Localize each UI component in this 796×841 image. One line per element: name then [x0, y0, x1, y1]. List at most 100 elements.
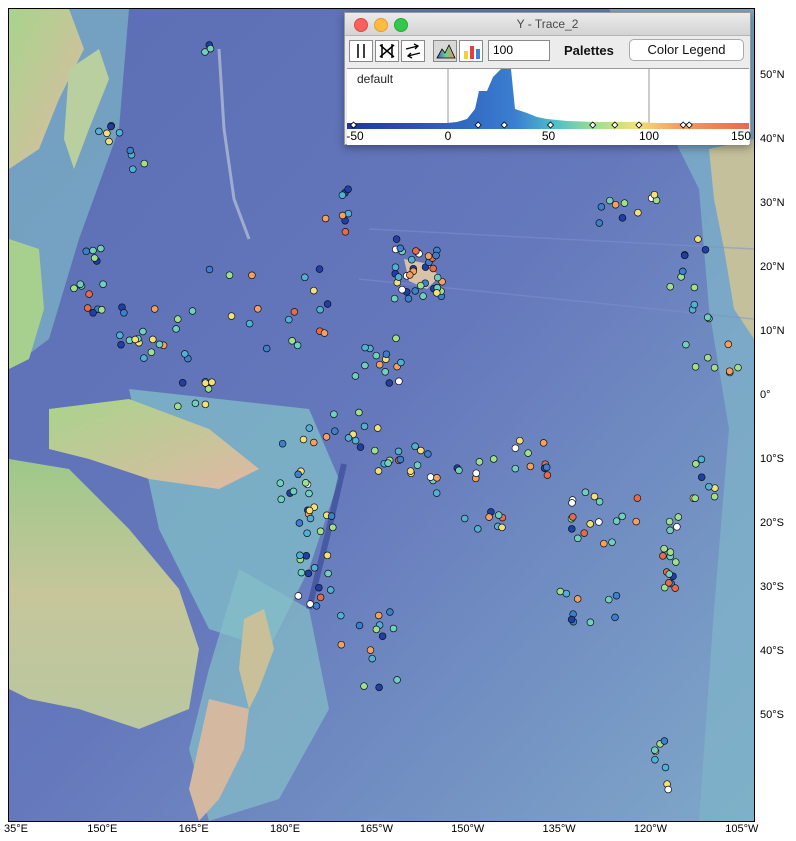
station-marker[interactable] — [316, 527, 325, 536]
station-marker[interactable] — [120, 309, 128, 317]
station-marker[interactable] — [381, 368, 389, 376]
station-marker[interactable] — [330, 410, 338, 418]
station-marker[interactable] — [375, 683, 383, 692]
station-marker[interactable] — [301, 479, 310, 487]
station-marker[interactable] — [392, 334, 400, 343]
station-marker[interactable] — [432, 489, 441, 497]
station-marker[interactable] — [416, 281, 425, 290]
station-marker[interactable] — [341, 228, 350, 236]
station-marker[interactable] — [419, 292, 427, 300]
station-marker[interactable] — [277, 495, 285, 504]
station-marker[interactable] — [90, 254, 99, 262]
station-marker[interactable] — [338, 191, 347, 199]
station-marker[interactable] — [543, 471, 552, 479]
station-marker[interactable] — [360, 422, 369, 431]
station-marker[interactable] — [208, 378, 216, 386]
station-marker[interactable] — [661, 763, 670, 772]
histogram-panel[interactable]: default -50 0 50 100 150 — [346, 68, 751, 145]
station-marker[interactable] — [99, 280, 107, 288]
station-marker[interactable] — [680, 251, 689, 260]
station-marker[interactable] — [660, 544, 668, 553]
station-marker[interactable] — [634, 208, 642, 217]
station-marker[interactable] — [310, 286, 318, 295]
station-marker[interactable] — [245, 319, 254, 328]
station-marker[interactable] — [324, 569, 332, 578]
station-marker[interactable] — [633, 494, 642, 502]
station-marker[interactable] — [734, 363, 742, 372]
station-marker[interactable] — [366, 646, 375, 654]
station-marker[interactable] — [701, 245, 710, 254]
station-marker[interactable] — [278, 439, 287, 448]
station-marker[interactable] — [424, 252, 433, 260]
station-marker[interactable] — [296, 551, 304, 560]
station-marker[interactable] — [188, 307, 197, 315]
station-marker[interactable] — [586, 520, 594, 528]
station-marker[interactable] — [301, 273, 309, 282]
palettes-label[interactable]: Palettes — [564, 43, 614, 58]
station-marker[interactable] — [393, 676, 401, 684]
station-marker[interactable] — [337, 640, 346, 649]
station-marker[interactable] — [126, 146, 135, 155]
station-marker[interactable] — [404, 294, 413, 303]
station-marker[interactable] — [595, 219, 604, 227]
station-marker[interactable] — [659, 552, 667, 560]
station-marker[interactable] — [315, 265, 324, 273]
station-marker[interactable] — [485, 513, 493, 521]
station-marker[interactable] — [665, 570, 673, 578]
station-marker[interactable] — [398, 285, 406, 294]
station-marker[interactable] — [660, 737, 669, 745]
station-marker[interactable] — [97, 244, 105, 253]
station-marker[interactable] — [650, 190, 659, 199]
station-marker[interactable] — [355, 408, 363, 417]
station-marker[interactable] — [373, 424, 382, 432]
swap-button[interactable] — [401, 40, 425, 62]
station-marker[interactable] — [149, 335, 157, 344]
station-marker[interactable] — [460, 514, 469, 523]
station-marker[interactable] — [155, 340, 164, 349]
station-marker[interactable] — [293, 341, 302, 350]
station-marker[interactable] — [697, 473, 706, 481]
station-marker[interactable] — [394, 273, 403, 281]
station-marker[interactable] — [384, 459, 392, 467]
station-marker[interactable] — [351, 436, 360, 445]
station-marker[interactable] — [666, 526, 674, 535]
station-marker[interactable] — [620, 199, 629, 207]
station-marker[interactable] — [526, 462, 535, 471]
histogram-mode-button[interactable] — [433, 40, 457, 62]
station-marker[interactable] — [600, 539, 608, 548]
station-marker[interactable] — [568, 525, 576, 533]
station-marker[interactable] — [201, 400, 210, 409]
station-marker[interactable] — [511, 444, 520, 452]
station-marker[interactable] — [612, 517, 621, 525]
station-marker[interactable] — [417, 446, 425, 455]
station-marker[interactable] — [665, 517, 674, 526]
station-marker[interactable] — [664, 785, 672, 794]
station-marker[interactable] — [396, 455, 405, 464]
station-marker[interactable] — [117, 340, 125, 349]
station-marker[interactable] — [306, 600, 314, 608]
station-marker[interactable] — [375, 360, 384, 369]
station-marker[interactable] — [724, 340, 733, 349]
station-marker[interactable] — [710, 492, 719, 501]
station-marker[interactable] — [374, 611, 383, 620]
station-marker[interactable] — [671, 584, 679, 592]
station-marker[interactable] — [672, 558, 680, 566]
station-marker[interactable] — [323, 300, 332, 308]
station-marker[interactable] — [323, 551, 332, 560]
station-marker[interactable] — [694, 235, 702, 243]
station-marker[interactable] — [140, 159, 149, 168]
station-marker[interactable] — [316, 305, 324, 314]
station-marker[interactable] — [474, 525, 482, 533]
station-marker[interactable] — [382, 350, 391, 358]
station-marker[interactable] — [705, 482, 713, 491]
station-marker[interactable] — [131, 335, 139, 344]
station-marker[interactable] — [411, 442, 419, 451]
station-marker[interactable] — [691, 494, 699, 502]
station-marker[interactable] — [285, 315, 293, 324]
station-marker[interactable] — [97, 306, 106, 314]
station-marker[interactable] — [181, 350, 189, 358]
station-marker[interactable] — [254, 305, 262, 313]
station-marker[interactable] — [316, 593, 325, 602]
station-marker[interactable] — [361, 361, 369, 370]
station-marker[interactable] — [424, 450, 432, 458]
